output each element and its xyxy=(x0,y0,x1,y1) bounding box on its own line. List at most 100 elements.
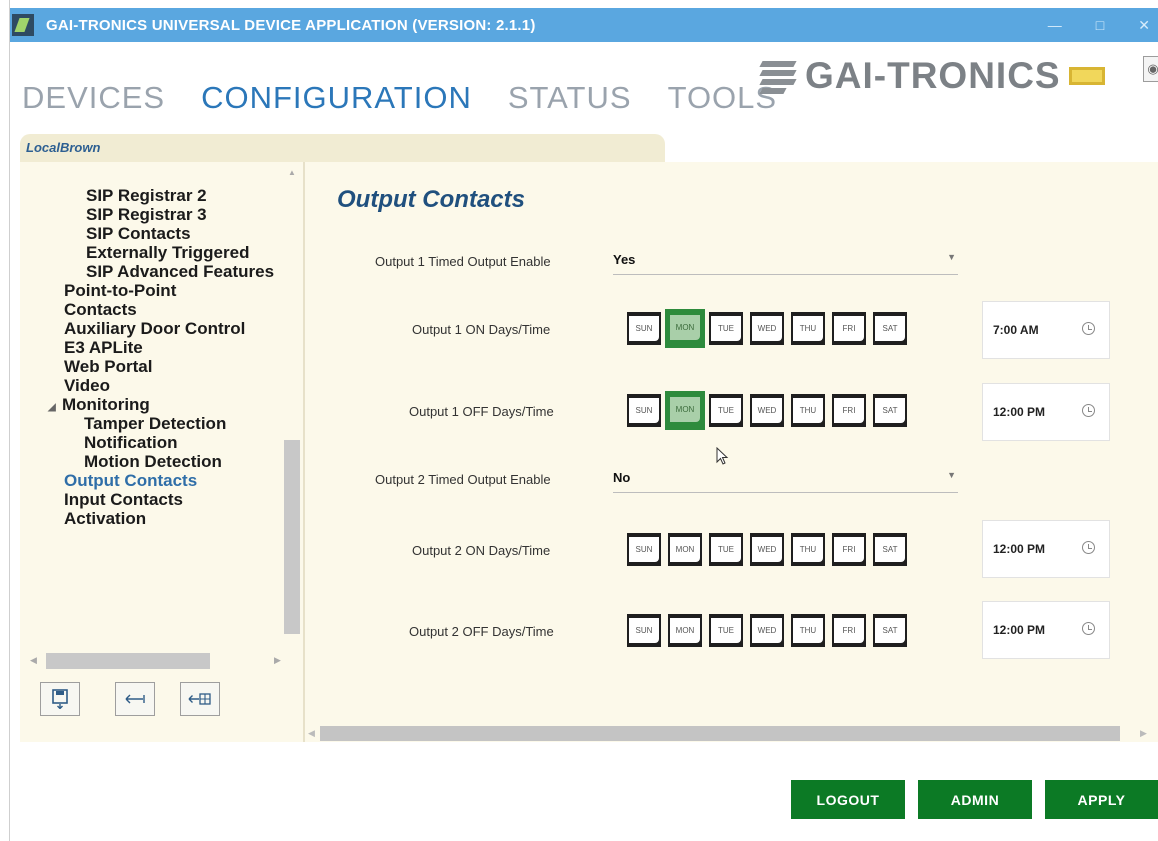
day-toggle-sun[interactable]: SUN xyxy=(627,614,661,647)
maximize-icon[interactable]: □ xyxy=(1096,17,1104,33)
sidebar-horizontal-scroll-thumb[interactable] xyxy=(46,653,210,669)
dropdown-chevron-icon: ▼ xyxy=(947,252,956,262)
sidebar-item-activation[interactable]: Activation xyxy=(20,509,290,528)
day-toggle-tue[interactable]: TUE xyxy=(709,312,743,345)
day-toggle-sat[interactable]: SAT xyxy=(873,614,907,647)
out2-enable-select[interactable]: No ▼ xyxy=(613,467,958,493)
day-toggle-mon[interactable]: MON xyxy=(665,309,705,348)
day-toggle-mon[interactable]: MON xyxy=(665,391,705,430)
close-icon[interactable]: ✕ xyxy=(1138,17,1150,34)
out1-on-time: 7:00 AM xyxy=(993,323,1039,337)
day-toggle-wed[interactable]: WED xyxy=(750,614,784,647)
window-controls: — □ ✕ xyxy=(1048,8,1150,42)
sidebar-item-auxiliary-door-control[interactable]: Auxiliary Door Control xyxy=(20,319,290,338)
day-toggle-mon[interactable]: MON xyxy=(668,614,702,647)
sidebar-item-contacts[interactable]: Contacts xyxy=(20,300,290,319)
day-toggle-tue[interactable]: TUE xyxy=(709,614,743,647)
day-toggle-sun[interactable]: SUN xyxy=(627,394,661,427)
apply-button[interactable]: APPLY xyxy=(1045,780,1158,819)
sidebar-item-sip-contacts[interactable]: SIP Contacts xyxy=(20,224,290,243)
day-toggle-tue[interactable]: TUE xyxy=(709,533,743,566)
expand-caret-icon[interactable]: ◢ xyxy=(48,398,62,414)
day-toggle-fri[interactable]: FRI xyxy=(832,312,866,345)
out1-on-time-picker[interactable]: 7:00 AM xyxy=(982,301,1110,359)
scroll-right-icon[interactable]: ▶ xyxy=(1140,728,1147,739)
device-tab[interactable]: LocalBrown xyxy=(20,134,665,162)
sidebar-item-point-to-point[interactable]: Point-to-Point xyxy=(20,281,290,300)
day-toggle-wed[interactable]: WED xyxy=(750,533,784,566)
sidebar-vertical-scroll-thumb[interactable] xyxy=(284,440,300,634)
dropdown-chevron-icon: ▼ xyxy=(947,470,956,480)
out2-on-time-picker[interactable]: 12:00 PM xyxy=(982,520,1110,578)
sidebar-item-motion-detection[interactable]: Motion Detection xyxy=(20,452,290,471)
scroll-left-icon[interactable]: ◀ xyxy=(308,728,315,739)
sidebar-item-sip-advanced-features[interactable]: SIP Advanced Features xyxy=(20,262,290,281)
scroll-up-icon[interactable]: ▲ xyxy=(288,168,296,177)
clock-icon[interactable] xyxy=(1082,622,1095,635)
edge-settings-icon[interactable]: ◉ xyxy=(1143,56,1158,82)
day-toggle-sat[interactable]: SAT xyxy=(873,533,907,566)
content-horizontal-scrollbar[interactable] xyxy=(320,726,1120,741)
window-border xyxy=(0,0,10,841)
sidebar-item-monitoring: Monitoring xyxy=(62,395,150,414)
day-toggle-thu[interactable]: THU xyxy=(791,614,825,647)
save-to-device-button[interactable] xyxy=(40,682,80,716)
sidebar-horizontal-scrollbar[interactable]: ◀ ▶ xyxy=(28,653,296,669)
sidebar-item-sip-registrar-2[interactable]: SIP Registrar 2 xyxy=(20,186,290,205)
tab-devices[interactable]: DEVICES xyxy=(22,80,165,116)
sidebar-item-video[interactable]: Video xyxy=(20,376,290,395)
sidebar-item-monitoring-row[interactable]: ◢ Monitoring xyxy=(20,395,290,414)
out2-off-time: 12:00 PM xyxy=(993,623,1046,637)
partner-badge-icon xyxy=(1068,67,1105,85)
scroll-right-icon[interactable]: ▶ xyxy=(274,655,281,666)
sidebar-item-web-portal[interactable]: Web Portal xyxy=(20,357,290,376)
day-toggle-fri[interactable]: FRI xyxy=(832,533,866,566)
day-toggle-sat[interactable]: SAT xyxy=(873,394,907,427)
brand-name: GAI-TRONICS xyxy=(805,55,1061,96)
sidebar: SIP Registrar 2 SIP Registrar 3 SIP Cont… xyxy=(20,162,305,742)
sidebar-item-e3-aplite[interactable]: E3 APLite xyxy=(20,338,290,357)
out2-enable-value: No xyxy=(613,470,631,485)
sidebar-item-notification[interactable]: Notification xyxy=(20,433,290,452)
day-toggle-sun[interactable]: SUN xyxy=(627,312,661,345)
back-arrow-icon xyxy=(125,694,145,704)
day-toggle-thu[interactable]: THU xyxy=(791,312,825,345)
out1-enable-select[interactable]: Yes ▼ xyxy=(613,249,958,275)
page-title: Output Contacts xyxy=(337,186,525,213)
tab-configuration[interactable]: CONFIGURATION xyxy=(201,80,472,116)
clock-icon[interactable] xyxy=(1082,322,1095,335)
config-tree: SIP Registrar 2 SIP Registrar 3 SIP Cont… xyxy=(20,186,290,528)
sidebar-item-input-contacts[interactable]: Input Contacts xyxy=(20,490,290,509)
sidebar-item-tamper-detection[interactable]: Tamper Detection xyxy=(20,414,290,433)
out1-off-label: Output 1 OFF Days/Time xyxy=(409,404,554,419)
revert-all-button[interactable] xyxy=(180,682,220,716)
out2-on-label: Output 2 ON Days/Time xyxy=(412,543,551,558)
day-toggle-thu[interactable]: THU xyxy=(791,394,825,427)
day-toggle-sun[interactable]: SUN xyxy=(627,533,661,566)
out1-off-time-picker[interactable]: 12:00 PM xyxy=(982,383,1110,441)
day-toggle-mon[interactable]: MON xyxy=(668,533,702,566)
out1-enable-label: Output 1 Timed Output Enable xyxy=(375,254,551,269)
clock-icon[interactable] xyxy=(1082,541,1095,554)
day-toggle-fri[interactable]: FRI xyxy=(832,614,866,647)
sidebar-vertical-scrollbar[interactable]: ▲ xyxy=(284,168,300,644)
admin-button[interactable]: ADMIN xyxy=(918,780,1032,819)
day-toggle-fri[interactable]: FRI xyxy=(832,394,866,427)
scroll-left-icon[interactable]: ◀ xyxy=(30,655,37,666)
tab-status[interactable]: STATUS xyxy=(508,80,632,116)
out2-off-time-picker[interactable]: 12:00 PM xyxy=(982,601,1110,659)
out1-off-time: 12:00 PM xyxy=(993,405,1046,419)
day-toggle-sat[interactable]: SAT xyxy=(873,312,907,345)
revert-button[interactable] xyxy=(115,682,155,716)
day-toggle-wed[interactable]: WED xyxy=(750,394,784,427)
day-toggle-wed[interactable]: WED xyxy=(750,312,784,345)
clock-icon[interactable] xyxy=(1082,404,1095,417)
minimize-icon[interactable]: — xyxy=(1048,17,1062,33)
sidebar-item-externally-triggered[interactable]: Externally Triggered xyxy=(20,243,290,262)
sidebar-item-sip-registrar-3[interactable]: SIP Registrar 3 xyxy=(20,205,290,224)
sidebar-item-output-contacts[interactable]: Output Contacts xyxy=(20,471,290,490)
day-toggle-tue[interactable]: TUE xyxy=(709,394,743,427)
out1-enable-value: Yes xyxy=(613,252,636,267)
day-toggle-thu[interactable]: THU xyxy=(791,533,825,566)
logout-button[interactable]: LOGOUT xyxy=(791,780,905,819)
